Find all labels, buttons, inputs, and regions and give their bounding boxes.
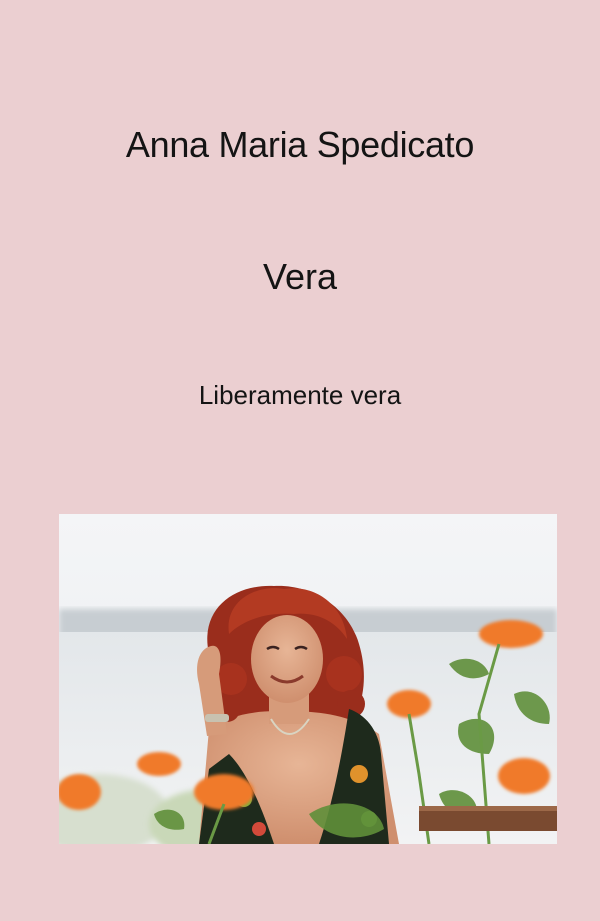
book-subtitle: Liberamente vera	[198, 380, 402, 410]
book-title: Vera	[262, 256, 338, 297]
author-name: Anna Maria Spedicato	[125, 124, 475, 165]
cover-photo	[59, 514, 557, 844]
cover-photo-illustration	[59, 514, 557, 844]
